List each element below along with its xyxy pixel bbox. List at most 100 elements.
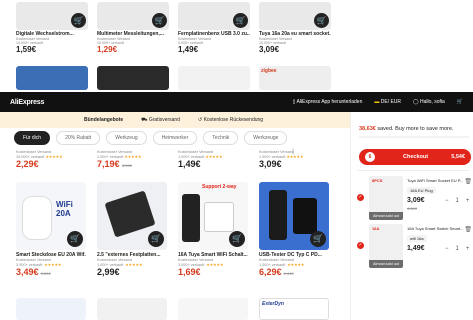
cart-item[interactable]: ✓ 16A Almost sold out 16A Tuya Smart Swi… [357, 224, 472, 272]
product-image[interactable] [16, 66, 88, 90]
variant-selector[interactable]: wifi 16a [407, 235, 427, 242]
app-download-link[interactable]: ▯ AliExpress App herunterladen [293, 99, 363, 105]
product-image: 🛒 [178, 2, 250, 30]
product-price: 1,59€ [16, 45, 37, 54]
tab-tech[interactable]: Technik [203, 131, 239, 145]
product-card[interactable]: Support 2-way 🛒 16A Tuya Smart WiFi Scha… [178, 182, 248, 277]
site-header: AliExpress ▯ AliExpress App herunterlade… [0, 92, 473, 112]
aliexpress-logo[interactable]: AliExpress [10, 99, 44, 106]
product-image: 🛒 [97, 2, 169, 30]
sold-out-label: Almost sold out [369, 260, 403, 268]
cart-icon[interactable]: 🛒 [310, 231, 326, 247]
product-image[interactable]: EsterDyn [259, 298, 329, 320]
pack-badge: 8PCS [372, 178, 383, 183]
product-card[interactable]: 🛒 Tuya 16a 20a eu smart socket... Kosten… [259, 2, 331, 54]
select-checkbox[interactable]: ✓ [357, 242, 364, 249]
quantity-stepper[interactable]: − 1 + [445, 198, 469, 204]
cart-icon[interactable]: 🛒 [71, 13, 86, 28]
product-price: 1,49€ [178, 45, 199, 54]
product-price: 7,19€ 8,36€ [97, 159, 133, 169]
product-card[interactable]: 🛒 Fernplatinenbenx USB 3.0 zu... Kostenl… [178, 2, 250, 54]
item-price: 3,09€ [407, 197, 425, 204]
product-meta: Kostenloser Versand 1.000+ verkauft ★★★★… [259, 150, 304, 169]
product-image: WiFi 20A 🛒 [16, 182, 86, 250]
divider [357, 170, 469, 171]
plus-icon[interactable]: + [466, 198, 470, 204]
minus-icon[interactable]: − [445, 246, 449, 252]
two-way-badge: Support 2-way [202, 184, 237, 190]
pack-badge: 16A [372, 226, 380, 231]
item-thumbnail[interactable]: 8PCS Almost sold out [369, 176, 403, 220]
tab-for-you[interactable]: Für dich [14, 131, 51, 145]
product-price: 3,09€ [259, 159, 282, 169]
product-image[interactable] [16, 298, 86, 320]
tab-discount[interactable]: 20% Rabatt [56, 131, 101, 145]
product-meta: Kostenloser Versand 10.000+ verkauft ★★★… [16, 150, 63, 169]
minus-icon[interactable]: − [445, 198, 449, 204]
smart-plug-graphic [22, 196, 52, 240]
hdd-enclosure-graphic [104, 190, 156, 238]
product-meta: Kostenloser Versand 1.000+ verkauft ★★★★… [178, 150, 223, 169]
product-price: 3,49€ 3,30€ [16, 267, 51, 277]
tab-tools[interactable]: Werkzeug [106, 131, 147, 145]
product-card[interactable]: 🛒 Digitale Wechselstrom... Kostenloser V… [16, 2, 88, 54]
free-returns-label: ↺ Kostenlose Rückesendung [197, 117, 264, 123]
select-checkbox[interactable]: ✓ [357, 194, 364, 201]
product-image[interactable] [97, 66, 169, 90]
trash-icon[interactable]: 🗑 [464, 178, 472, 185]
product-card[interactable]: 🛒 USB-Tester DC Typ C PD... Kostenloser … [259, 182, 329, 277]
product-price: 1,49€ [178, 159, 201, 169]
item-price: 1,49€ [407, 245, 425, 252]
product-price: 2,29€ [16, 159, 39, 169]
checkout-button[interactable]: 6 Checkout 5,54€ [359, 149, 471, 165]
locale-selector[interactable]: ▬ DE/ EUR [374, 99, 401, 105]
cart-panel: 38,63€ saved. Buy more to save more. 6 C… [350, 112, 473, 320]
cart-total: 5,54€ [451, 154, 465, 160]
cart-icon[interactable]: 🛒 [148, 231, 164, 247]
cart-icon[interactable]: 🛒 [67, 231, 83, 247]
cart-icon[interactable]: 🛒 [233, 13, 248, 28]
cart-icon[interactable]: 🛒 [314, 13, 329, 28]
product-image: Support 2-way 🛒 [178, 182, 248, 250]
bundle-title: Bündelangebote [84, 117, 124, 123]
tab-tools-2[interactable]: Werkzeuge [244, 131, 288, 145]
wifi-badge: WiFi 20A [56, 200, 73, 218]
cart-item[interactable]: ✓ 8PCS Almost sold out Tuya WiFi Smart S… [357, 176, 472, 224]
phone-graphic [293, 198, 317, 234]
usb-tester-graphic [269, 190, 287, 240]
variant-selector[interactable]: 16A EU Plug [407, 187, 436, 194]
product-image[interactable]: zigbee [259, 66, 331, 90]
quantity-value: 1 [455, 198, 459, 204]
product-image[interactable] [97, 298, 167, 320]
quantity-stepper[interactable]: − 1 + [445, 246, 469, 252]
item-old-price: 4,68€ [407, 206, 418, 211]
item-name[interactable]: Tuya WiFi Smart Socket EU P... [407, 178, 463, 183]
zigbee-badge: zigbee [261, 68, 277, 74]
product-card[interactable]: 🛒 Multimeter Messleitungen,... Kostenlos… [97, 2, 169, 54]
savings-progress [359, 136, 469, 138]
product-price: 6,29€ 8,44€ [259, 267, 294, 277]
quantity-value: 1 [455, 246, 459, 252]
phone-graphic [182, 194, 200, 242]
product-card[interactable]: WiFi 20A 🛒 Smart Steckdose EU 20A Wif...… [16, 182, 86, 277]
account-menu[interactable]: ◯ Hallo, sofia [413, 99, 445, 105]
product-card[interactable]: 🛒 2.5 "externes Festplatten... Kostenlos… [97, 182, 167, 277]
product-image[interactable] [178, 66, 250, 90]
trash-icon[interactable]: 🗑 [464, 226, 472, 233]
tab-diy[interactable]: Heimwerker [152, 131, 198, 145]
promo-strip: Bündelangebote ⛟ Gratisversand ↺ Kostenl… [0, 112, 350, 128]
item-thumbnail[interactable]: 16A Almost sold out [369, 224, 403, 268]
checkout-label: Checkout [403, 154, 429, 160]
product-image[interactable] [178, 298, 248, 320]
product-image: 🛒 [259, 182, 329, 250]
brand-badge: EsterDyn [262, 301, 284, 307]
product-price: 1,29€ [97, 45, 118, 54]
item-name[interactable]: 16A Tuya Smart Switch Smart... [407, 226, 463, 231]
cart-icon[interactable]: 🛒 [457, 99, 463, 105]
user-icon: ◯ [413, 99, 421, 105]
plus-icon[interactable]: + [466, 246, 470, 252]
cart-icon[interactable]: 🛒 [229, 231, 245, 247]
cart-icon[interactable]: 🛒 [152, 13, 167, 28]
savings-message: 38,63€ saved. Buy more to save more. [359, 126, 454, 132]
item-count-badge: 6 [365, 152, 375, 162]
